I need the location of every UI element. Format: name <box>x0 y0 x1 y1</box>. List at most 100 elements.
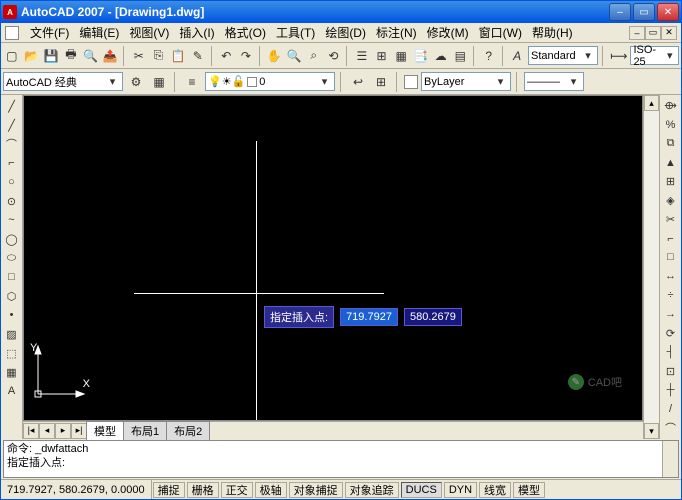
draw-tool-1[interactable]: ╱ <box>3 116 21 134</box>
dyn-y-input[interactable]: 580.2679 <box>404 308 462 326</box>
draw-tool-4[interactable]: ○ <box>3 173 21 191</box>
menu-item-4[interactable]: 格式(O) <box>220 22 271 43</box>
menu-item-0[interactable]: 文件(F) <box>25 22 74 43</box>
color-combo[interactable]: ByLayer▾ <box>421 72 511 91</box>
layer-states-icon[interactable]: ⊞ <box>371 72 391 92</box>
tab-nav-0[interactable]: |◂ <box>23 423 39 439</box>
tab-nav-1[interactable]: ◂ <box>39 423 55 439</box>
properties-icon[interactable]: ☰ <box>353 46 371 66</box>
coord-display[interactable]: 719.7927, 580.2679, 0.0000 <box>1 480 152 499</box>
menu-item-6[interactable]: 绘图(D) <box>320 22 371 43</box>
draw-tool-15[interactable]: A <box>3 382 21 400</box>
mdi-minimize[interactable]: – <box>629 26 645 40</box>
linetype-combo[interactable]: ———▾ <box>524 72 584 91</box>
menu-item-2[interactable]: 视图(V) <box>124 22 174 43</box>
command-window[interactable]: 命令: _dwfattach 指定插入点: <box>3 440 679 478</box>
status-toggle-4[interactable]: 对象捕捉 <box>289 482 343 498</box>
layout-tab-0[interactable]: 模型 <box>86 421 124 440</box>
modify-tool-6[interactable]: ✂ <box>662 211 680 229</box>
redo-icon[interactable]: ↷ <box>237 46 255 66</box>
modify-tool-4[interactable]: ⊞ <box>662 173 680 191</box>
textstyle-icon[interactable]: A <box>508 46 526 66</box>
draw-tool-10[interactable]: ⬡ <box>3 287 21 305</box>
modify-tool-16[interactable]: / <box>662 400 680 418</box>
workspace-combo[interactable]: AutoCAD 经典▾ <box>3 72 123 91</box>
pan-icon[interactable]: ✋ <box>266 46 284 66</box>
tab-nav-3[interactable]: ▸| <box>71 423 87 439</box>
scroll-up-button[interactable]: ▴ <box>644 95 659 111</box>
undo-icon[interactable]: ↶ <box>217 46 235 66</box>
close-button[interactable]: ✕ <box>657 3 679 21</box>
layer-combo[interactable]: 💡 ☀ 🔓 0▾ <box>205 72 335 91</box>
status-toggle-3[interactable]: 极轴 <box>255 482 287 498</box>
workspace-save-icon[interactable]: ▦ <box>149 72 169 92</box>
drawing-canvas[interactable]: 指定插入点: 719.7927 580.2679 Y X <box>23 95 643 421</box>
menu-item-3[interactable]: 插入(I) <box>174 22 219 43</box>
preview-icon[interactable]: 🔍 <box>82 46 100 66</box>
draw-tool-5[interactable]: ⊙ <box>3 192 21 210</box>
status-toggle-7[interactable]: DYN <box>444 482 477 498</box>
draw-tool-6[interactable]: ~ <box>3 211 21 229</box>
menu-item-10[interactable]: 帮助(H) <box>527 22 578 43</box>
menu-item-7[interactable]: 标注(N) <box>371 22 422 43</box>
modify-tool-5[interactable]: ◈ <box>662 192 680 210</box>
zoom-rt-icon[interactable]: 🔍 <box>285 46 303 66</box>
markup-icon[interactable]: ☁ <box>432 46 450 66</box>
draw-tool-8[interactable]: ⬭ <box>3 249 21 267</box>
mdi-restore[interactable]: ▭ <box>645 26 661 40</box>
dimstyle-combo[interactable]: ISO-25▾ <box>630 46 679 65</box>
modify-tool-8[interactable]: □ <box>662 249 680 267</box>
workspace-settings-icon[interactable]: ⚙ <box>126 72 146 92</box>
status-toggle-5[interactable]: 对象追踪 <box>345 482 399 498</box>
draw-tool-3[interactable]: ⌐ <box>3 154 21 172</box>
status-toggle-9[interactable]: 模型 <box>513 482 545 498</box>
status-toggle-6[interactable]: DUCS <box>401 482 442 498</box>
modify-tool-13[interactable]: ┤ <box>662 343 680 361</box>
sheetset-icon[interactable]: 📑 <box>412 46 430 66</box>
layout-tab-1[interactable]: 布局1 <box>123 421 167 440</box>
modify-tool-0[interactable]: ⟴ <box>662 97 680 115</box>
modify-tool-17[interactable]: ⌒ <box>662 419 680 437</box>
match-icon[interactable]: ✎ <box>189 46 207 66</box>
layout-tab-2[interactable]: 布局2 <box>166 421 210 440</box>
toolpalette-icon[interactable]: ▦ <box>392 46 410 66</box>
modify-tool-11[interactable]: → <box>662 305 680 323</box>
menu-item-8[interactable]: 修改(M) <box>422 22 474 43</box>
designcenter-icon[interactable]: ⊞ <box>373 46 391 66</box>
menu-item-5[interactable]: 工具(T) <box>271 22 320 43</box>
layer-prev-icon[interactable]: ↩ <box>348 72 368 92</box>
mdi-close[interactable]: ✕ <box>661 26 677 40</box>
save-icon[interactable]: 💾 <box>42 46 60 66</box>
color-swatch-icon[interactable] <box>404 75 418 89</box>
modify-tool-9[interactable]: ↔ <box>662 267 680 285</box>
draw-tool-12[interactable]: ▨ <box>3 325 21 343</box>
menu-item-9[interactable]: 窗口(W) <box>474 22 527 43</box>
copy-icon[interactable]: ⎘ <box>150 46 168 66</box>
zoom-prev-icon[interactable]: ⟲ <box>325 46 343 66</box>
draw-tool-0[interactable]: ╱ <box>3 97 21 115</box>
draw-tool-14[interactable]: ▦ <box>3 363 21 381</box>
modify-tool-12[interactable]: ⟳ <box>662 324 680 342</box>
zoom-win-icon[interactable]: ⌕ <box>305 46 323 66</box>
modify-tool-15[interactable]: ┼ <box>662 381 680 399</box>
scroll-track[interactable] <box>644 111 659 423</box>
status-toggle-0[interactable]: 捕捉 <box>153 482 185 498</box>
modify-tool-3[interactable]: ▲ <box>662 154 680 172</box>
calc-icon[interactable]: ▤ <box>451 46 469 66</box>
scroll-down-button[interactable]: ▾ <box>644 423 659 439</box>
maximize-button[interactable]: ▭ <box>633 3 655 21</box>
status-toggle-1[interactable]: 栅格 <box>187 482 219 498</box>
modify-tool-10[interactable]: ÷ <box>662 286 680 304</box>
dimstyle-icon[interactable]: ⟼ <box>609 46 628 66</box>
open-icon[interactable]: 📂 <box>23 46 41 66</box>
command-scrollbar[interactable] <box>662 441 678 477</box>
paste-icon[interactable]: 📋 <box>169 46 187 66</box>
modify-tool-2[interactable]: ⧉ <box>662 135 680 153</box>
status-toggle-8[interactable]: 线宽 <box>479 482 511 498</box>
modify-tool-14[interactable]: ⊡ <box>662 362 680 380</box>
plot-icon[interactable]: 🖶 <box>62 46 80 66</box>
menu-item-1[interactable]: 编辑(E) <box>74 22 124 43</box>
draw-tool-2[interactable]: ⌒ <box>3 135 21 153</box>
draw-tool-7[interactable]: ◯ <box>3 230 21 248</box>
vertical-scrollbar[interactable]: ▴ ▾ <box>643 95 659 439</box>
